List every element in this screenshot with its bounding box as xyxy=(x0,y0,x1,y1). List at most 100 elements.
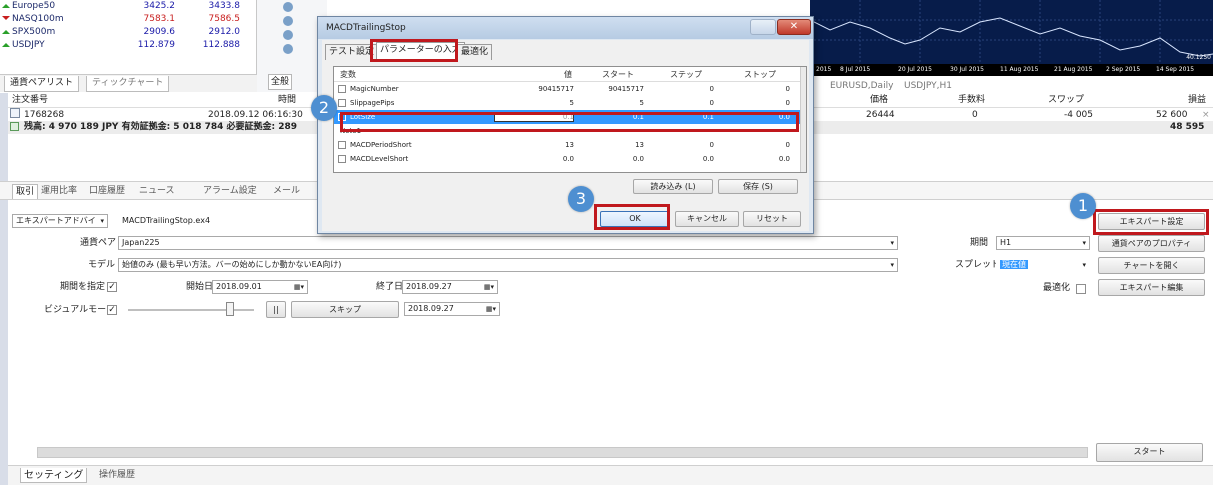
col-profit[interactable]: 損益 xyxy=(1188,93,1206,108)
start-button[interactable]: スタート xyxy=(1096,443,1203,462)
tab-news[interactable]: ニュース xyxy=(136,184,178,199)
spread-select[interactable]: 現在値 ▾ xyxy=(996,258,1090,272)
quote-row[interactable]: SPX500m 2909.6 2912.0 xyxy=(0,26,257,39)
quote-bid: 112.879 xyxy=(137,40,175,50)
params-scrollbar[interactable] xyxy=(800,67,806,172)
visual-mode-checkbox[interactable]: ✓ xyxy=(107,305,117,315)
dialog-title[interactable]: MACDTrailingStop xyxy=(318,17,813,39)
open-chart-button[interactable]: チャートを開く xyxy=(1098,257,1205,274)
quote-row[interactable]: NASQ100m 7583.1 7586.5 xyxy=(0,13,257,26)
param-row[interactable]: MACDPeriodShort 13 13 0 0 xyxy=(334,138,800,152)
tab-optimization[interactable]: 最適化 xyxy=(457,44,493,60)
date-range-checkbox[interactable]: ✓ xyxy=(107,282,117,292)
start-date-picker[interactable]: 2018.09.01 ▦▾ xyxy=(212,280,308,294)
tester-tabs: セッティング 操作履歴 xyxy=(8,465,1213,485)
col-price[interactable]: 価格 xyxy=(870,93,888,108)
model-select[interactable]: 始値のみ (最も早い方法。バーの始めにしか動かないEA向け) ▾ xyxy=(118,258,898,272)
tab-chart-usdjpy[interactable]: USDJPY,H1 xyxy=(904,79,952,93)
visual-mode-label: ビジュアルモード xyxy=(44,305,116,315)
param-start: 5 xyxy=(639,99,644,107)
param-checkbox[interactable] xyxy=(338,85,346,93)
param-checkbox[interactable] xyxy=(338,141,346,149)
reset-button[interactable]: リセット xyxy=(743,211,801,227)
speed-slider-handle[interactable] xyxy=(226,302,234,316)
tab-mailbox[interactable]: メール xyxy=(270,184,303,199)
save-button[interactable]: 保存 (S) xyxy=(718,179,798,194)
axis-label: 2 Sep 2015 xyxy=(1106,66,1141,73)
param-name: MagicNumber xyxy=(350,85,399,93)
col-variable[interactable]: 変数 xyxy=(340,67,356,82)
param-step: 0 xyxy=(709,141,714,149)
optimize-checkbox[interactable] xyxy=(1076,284,1086,294)
highlight-inputs-tab xyxy=(370,39,458,62)
close-button[interactable]: ✕ xyxy=(777,19,811,35)
tab-general[interactable]: 全般 xyxy=(268,74,292,90)
dialog-body: テスト設定 パラメーターの入力 最適化 変数 値 スタート ステップ ストップ … xyxy=(322,40,809,231)
param-row[interactable]: MagicNumber 90415717 90415717 0 0 xyxy=(334,82,800,96)
expert-icon xyxy=(283,16,293,26)
cancel-button[interactable]: キャンセル xyxy=(675,211,739,227)
col-start[interactable]: スタート xyxy=(602,67,634,82)
tab-alerts[interactable]: アラーム設定 xyxy=(200,184,260,199)
quote-ask: 7586.5 xyxy=(208,14,241,24)
axis-label: 20 Jul 2015 xyxy=(898,66,932,73)
chevron-down-icon: ▾ xyxy=(1082,261,1086,269)
param-value: 0.0 xyxy=(562,155,574,163)
tab-settings[interactable]: セッティング xyxy=(20,468,88,483)
quote-bid: 3425.2 xyxy=(143,1,176,11)
load-button[interactable]: 読み込み (L) xyxy=(633,179,713,194)
param-name: MACDPeriodShort xyxy=(350,141,412,149)
tab-trade[interactable]: 取引 xyxy=(12,184,39,199)
tab-journal[interactable]: 操作履歴 xyxy=(96,468,138,483)
quote-row[interactable]: Europe50 3425.2 3433.8 xyxy=(0,0,257,13)
edit-expert-button[interactable]: エキスパート編集 xyxy=(1098,279,1205,296)
param-start: 13 xyxy=(635,141,644,149)
axis-label: 14 Sep 2015 xyxy=(1156,66,1195,73)
param-row[interactable]: MACDLevelShort 0.0 0.0 0.0 0.0 xyxy=(334,152,800,166)
col-order[interactable]: 注文番号 xyxy=(12,93,48,108)
total-profit: 48 595 xyxy=(1170,122,1205,132)
price-label: 40.1250 xyxy=(1186,54,1211,61)
ea-type-select[interactable]: エキスパートアドバイ ▾ xyxy=(12,214,108,228)
col-value[interactable]: 値 xyxy=(564,67,572,82)
symbol-properties-button[interactable]: 通貨ペアのプロパティ xyxy=(1098,235,1205,252)
col-stop[interactable]: ストップ xyxy=(744,67,776,82)
diamond-up-icon xyxy=(2,39,10,47)
test-progress-bar xyxy=(37,447,1088,458)
chart-tabs: EURUSD,Daily USDJPY,H1 xyxy=(810,79,1213,93)
highlight-ok-button xyxy=(594,204,670,230)
param-checkbox[interactable] xyxy=(338,155,346,163)
balance-text: 残高: 4 970 189 JPY 有効証拠金: 5 018 784 必要証拠金… xyxy=(24,122,298,132)
calendar-icon: ▦▾ xyxy=(293,283,304,291)
step-badge: 1 xyxy=(1070,193,1096,219)
period-select[interactable]: H1 ▾ xyxy=(996,236,1090,250)
param-row[interactable]: SlippagePips 5 5 0 0 xyxy=(334,96,800,110)
order-icon xyxy=(10,108,20,118)
skip-date-picker[interactable]: 2018.09.27 ▦▾ xyxy=(404,302,500,316)
close-icon[interactable]: × xyxy=(1202,108,1210,122)
end-date-picker[interactable]: 2018.09.27 ▦▾ xyxy=(402,280,498,294)
col-step[interactable]: ステップ xyxy=(670,67,702,82)
symbol-select[interactable]: Japan225 ▾ xyxy=(118,236,898,250)
quote-row[interactable]: USDJPY 112.879 112.888 xyxy=(0,39,257,52)
param-value: 90415717 xyxy=(538,85,574,93)
skip-button[interactable]: スキップ xyxy=(291,301,399,318)
pause-button[interactable]: || xyxy=(266,301,286,318)
skip-date-value: 2018.09.27 xyxy=(408,304,454,313)
col-time[interactable]: 時間 xyxy=(278,93,296,108)
tab-history[interactable]: 口座履歴 xyxy=(86,184,128,199)
expert-icon xyxy=(283,30,293,40)
balance-icon xyxy=(10,122,19,131)
speed-slider-track[interactable] xyxy=(128,309,254,311)
param-checkbox[interactable] xyxy=(338,99,346,107)
col-commission[interactable]: 手数料 xyxy=(958,93,985,108)
tab-tick-chart[interactable]: ティックチャート xyxy=(86,76,170,92)
start-date-value: 2018.09.01 xyxy=(216,282,262,291)
help-button[interactable] xyxy=(750,19,776,35)
axis-label: 30 Jul 2015 xyxy=(950,66,984,73)
quote-symbol: USDJPY xyxy=(12,40,45,50)
tab-chart-eurusd[interactable]: EURUSD,Daily xyxy=(830,79,893,93)
tab-exposure[interactable]: 運用比率 xyxy=(38,184,80,199)
tab-symbol-list[interactable]: 通貨ペアリスト xyxy=(4,76,80,92)
col-swap[interactable]: スワップ xyxy=(1048,93,1084,108)
